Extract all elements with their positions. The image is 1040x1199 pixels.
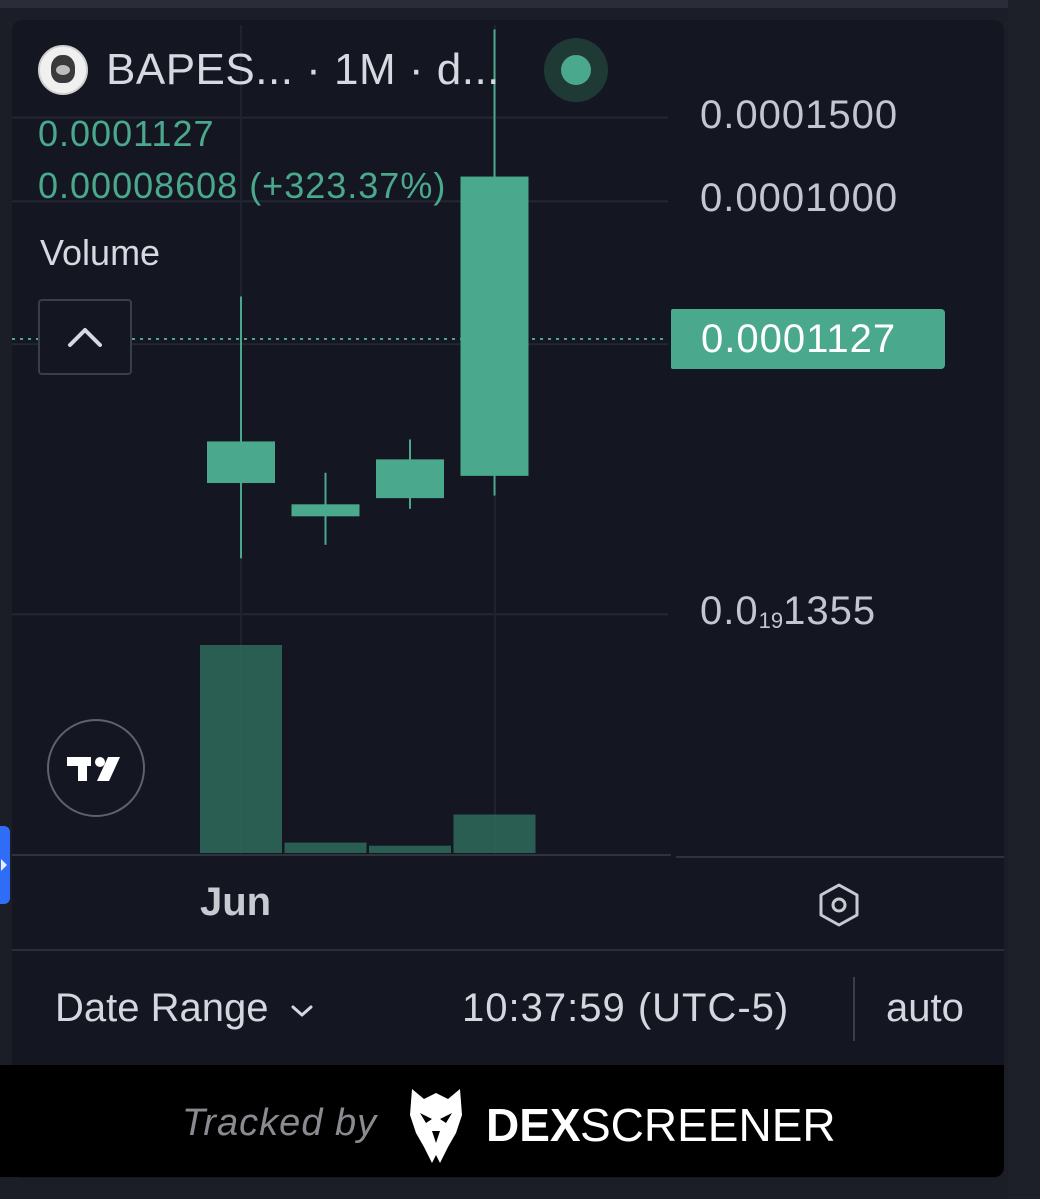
- bottom-bar-divider: [12, 949, 1004, 951]
- candle-body: [207, 441, 275, 484]
- price-axis-label: 0.0001000: [700, 176, 899, 221]
- live-dot: [560, 55, 591, 85]
- chevron-up-icon: [68, 328, 102, 347]
- interval-label[interactable]: · 1M · d...: [306, 45, 500, 94]
- volume-bar: [200, 645, 282, 853]
- candle-body: [376, 459, 444, 499]
- price-axis-label: 0.0001500: [700, 92, 899, 137]
- side-panel-toggle[interactable]: [0, 826, 10, 904]
- chevron-down-icon: [291, 1005, 313, 1016]
- auto-scale-toggle[interactable]: auto: [886, 986, 964, 1031]
- date-range-button[interactable]: Date Range: [55, 986, 314, 1031]
- brand-screener[interactable]: SCREENER: [580, 1098, 836, 1152]
- date-range-label: Date Range: [55, 986, 269, 1030]
- hexagon-settings-icon[interactable]: [816, 882, 862, 928]
- legend-title-row: BAPES... · 1M · d...: [38, 38, 608, 102]
- volume-bars: [200, 645, 536, 853]
- symbol-label[interactable]: BAPES... · 1M · d...: [106, 45, 500, 95]
- candle-body: [291, 504, 360, 517]
- collapse-legend-button[interactable]: [38, 299, 132, 375]
- volume-label: Volume: [40, 232, 161, 273]
- candle-body: [460, 176, 529, 476]
- clock-time[interactable]: 10:37:59 (UTC-5): [462, 986, 789, 1031]
- price-axis-label: 0.0191355: [700, 589, 877, 634]
- price-change: 0.00008608 (+323.37%): [38, 165, 447, 206]
- volume-bar: [284, 842, 367, 853]
- last-price: 0.0001127: [38, 113, 215, 154]
- brand-dex[interactable]: DEX: [486, 1098, 581, 1152]
- eagle-logo-icon[interactable]: [404, 1085, 468, 1165]
- symbol-name[interactable]: BAPES...: [106, 45, 293, 94]
- volume-bar: [453, 814, 536, 853]
- month-label: Jun: [200, 880, 272, 924]
- chart-legend: BAPES... · 1M · d... 0.0001127 0.0000860…: [38, 38, 608, 212]
- bottom-bar-separator: [853, 977, 855, 1041]
- tracked-by-label: Tracked by: [182, 1102, 378, 1144]
- live-status-icon: [543, 38, 608, 102]
- current-price-tag: 0.0001127: [671, 309, 945, 369]
- tradingview-logo-icon[interactable]: [47, 719, 145, 817]
- volume-bar: [369, 845, 451, 853]
- token-avatar-icon: [38, 45, 88, 95]
